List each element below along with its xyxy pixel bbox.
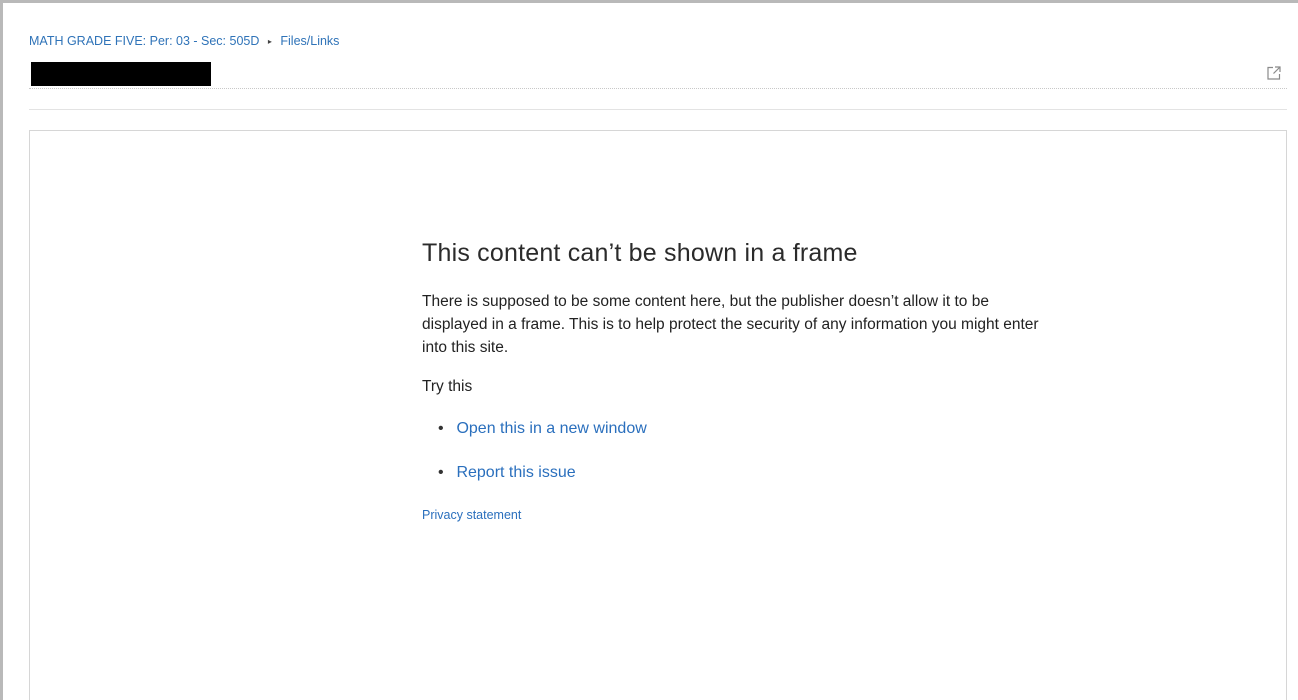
bullet-icon: • — [438, 420, 444, 437]
privacy-statement-link[interactable]: Privacy statement — [422, 508, 521, 522]
page-title-row — [29, 60, 1287, 89]
page-title — [31, 62, 32, 63]
list-item: • Open this in a new window — [438, 418, 1062, 440]
try-this-label: Try this — [422, 378, 473, 395]
divider — [29, 109, 1287, 110]
list-item: • Report this issue — [438, 462, 1062, 484]
frame-error-message: This content can’t be shown in a frame T… — [422, 239, 1062, 524]
bullet-icon: • — [438, 464, 444, 481]
embedded-frame: This content can’t be shown in a frame T… — [29, 130, 1287, 700]
breadcrumb-files-links[interactable]: Files/Links — [280, 34, 339, 48]
page: MATH GRADE FIVE: Per: 03 - Sec: 505D ▸ F… — [0, 0, 1298, 700]
breadcrumb-separator-icon: ▸ — [267, 37, 272, 46]
suggestion-list: • Open this in a new window • Report thi… — [422, 418, 1062, 484]
external-link-icon[interactable] — [1265, 64, 1283, 82]
breadcrumb: MATH GRADE FIVE: Per: 03 - Sec: 505D ▸ F… — [29, 34, 339, 48]
report-issue-link[interactable]: Report this issue — [456, 464, 575, 481]
error-description: There is supposed to be some content her… — [422, 293, 1039, 356]
open-new-window-link[interactable]: Open this in a new window — [456, 420, 646, 437]
redacted-title-block — [31, 62, 211, 86]
error-heading: This content can’t be shown in a frame — [422, 239, 858, 267]
breadcrumb-course-link[interactable]: MATH GRADE FIVE: Per: 03 - Sec: 505D — [29, 34, 259, 48]
